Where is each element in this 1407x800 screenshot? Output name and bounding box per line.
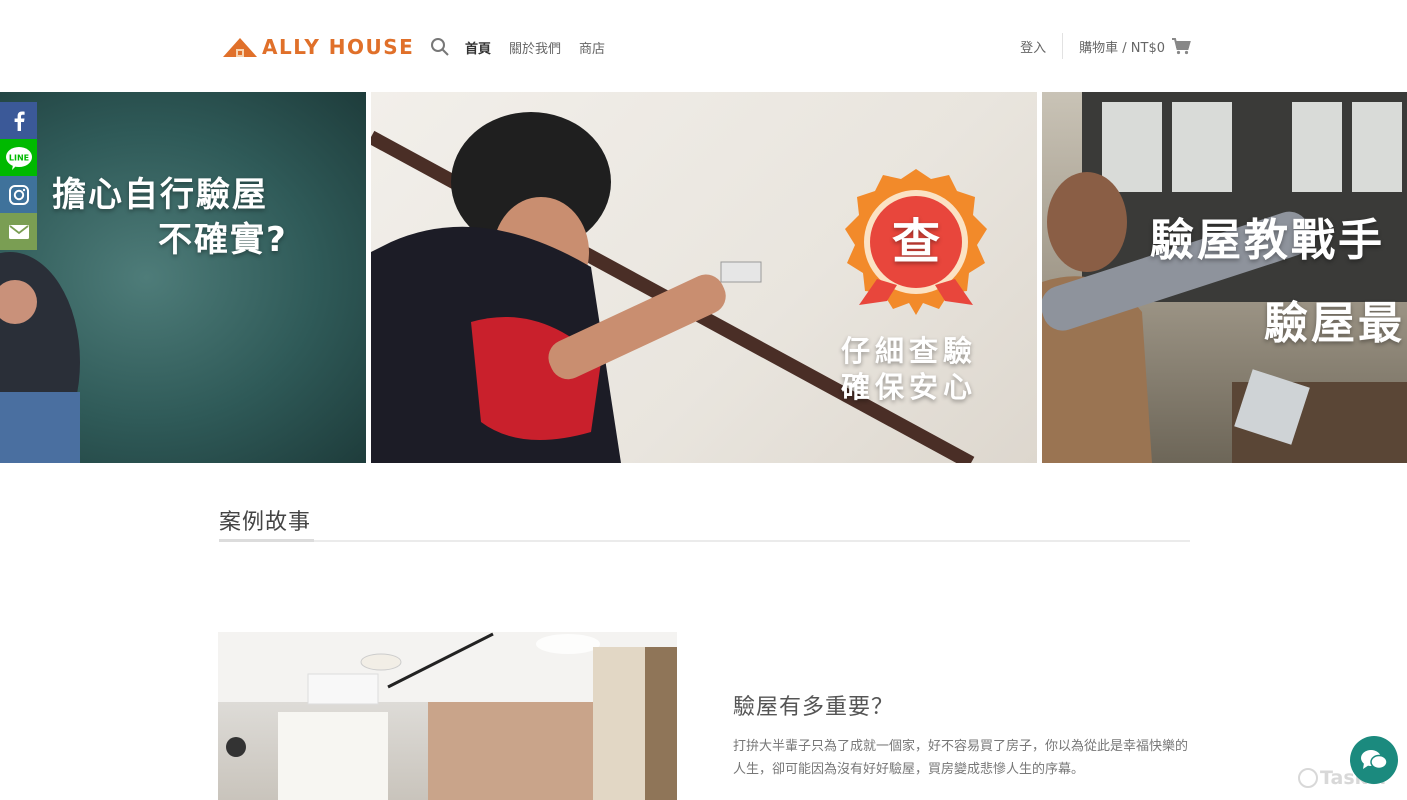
slide-3-line-2: 驗屋最 — [1264, 298, 1405, 349]
line-icon: LINE — [5, 146, 32, 170]
badge-character: 查 — [891, 214, 940, 270]
logo-text: ALLY HOUSE — [262, 35, 415, 59]
site-header: ALLY HOUSE 首頁 關於我們 商店 登入 購物車 / NT$0 — [0, 0, 1407, 92]
cart-link[interactable]: 購物車 / NT$0 — [1063, 37, 1191, 56]
slide-2-line-2: 確保安心 — [841, 370, 978, 404]
section-divider — [219, 540, 1190, 542]
facebook-share-button[interactable] — [0, 102, 37, 139]
line-share-button[interactable]: LINE — [0, 139, 37, 176]
nav-item-about[interactable]: 關於我們 — [509, 38, 561, 57]
logo[interactable]: ALLY HOUSE — [221, 34, 414, 60]
tasker-logo-icon — [1298, 768, 1318, 788]
login-link[interactable]: 登入 — [1020, 37, 1062, 56]
slide-worry[interactable]: 擔心自行驗屋 不確實? — [0, 92, 366, 463]
chat-button[interactable] — [1350, 736, 1398, 784]
email-share-button[interactable] — [0, 213, 37, 250]
slide-1-image — [0, 252, 80, 463]
slide-inspection[interactable]: 查 仔細查驗 確保安心 — [371, 92, 1037, 463]
nav-item-shop[interactable]: 商店 — [579, 38, 605, 57]
social-share-bar: LINE — [0, 102, 37, 250]
house-logo-icon — [223, 38, 257, 57]
line-icon-label: LINE — [8, 153, 28, 162]
section-divider-accent — [219, 539, 314, 542]
slide-1-line-2: 不確實? — [158, 220, 288, 260]
account-nav: 登入 購物車 / NT$0 — [1020, 33, 1191, 59]
cart-icon — [1172, 38, 1191, 55]
section-title: 案例故事 — [219, 510, 312, 535]
case-story-title[interactable]: 驗屋有多重要？ — [733, 689, 894, 721]
cart-label: 購物車 / NT$0 — [1079, 40, 1165, 56]
slide-3-image — [1042, 92, 1407, 463]
instagram-icon — [8, 184, 29, 205]
search-icon[interactable] — [430, 37, 450, 57]
case-room-image — [218, 632, 677, 800]
case-story-excerpt: 打拚大半輩子只為了成就一個家，好不容易買了房子，你以為從此是幸福快樂的人生，卻可… — [733, 739, 1189, 777]
slide-guide[interactable]: 驗屋教戰手 驗屋最 — [1042, 92, 1407, 463]
email-icon — [8, 224, 29, 239]
facebook-icon — [14, 111, 25, 131]
main-nav: 首頁 關於我們 商店 — [465, 38, 605, 57]
slide-1-line-1: 擔心自行驗屋 — [52, 175, 268, 215]
instagram-share-button[interactable] — [0, 176, 37, 213]
chat-icon — [1361, 750, 1388, 770]
nav-item-home[interactable]: 首頁 — [465, 38, 491, 57]
hero-slider[interactable]: 擔心自行驗屋 不確實? 查 仔細查驗 確保安心 驗屋教戰手 驗屋最 — [0, 92, 1407, 463]
slide-3-line-1: 驗屋教戰手 — [1150, 215, 1385, 266]
case-story-image[interactable] — [218, 632, 677, 800]
